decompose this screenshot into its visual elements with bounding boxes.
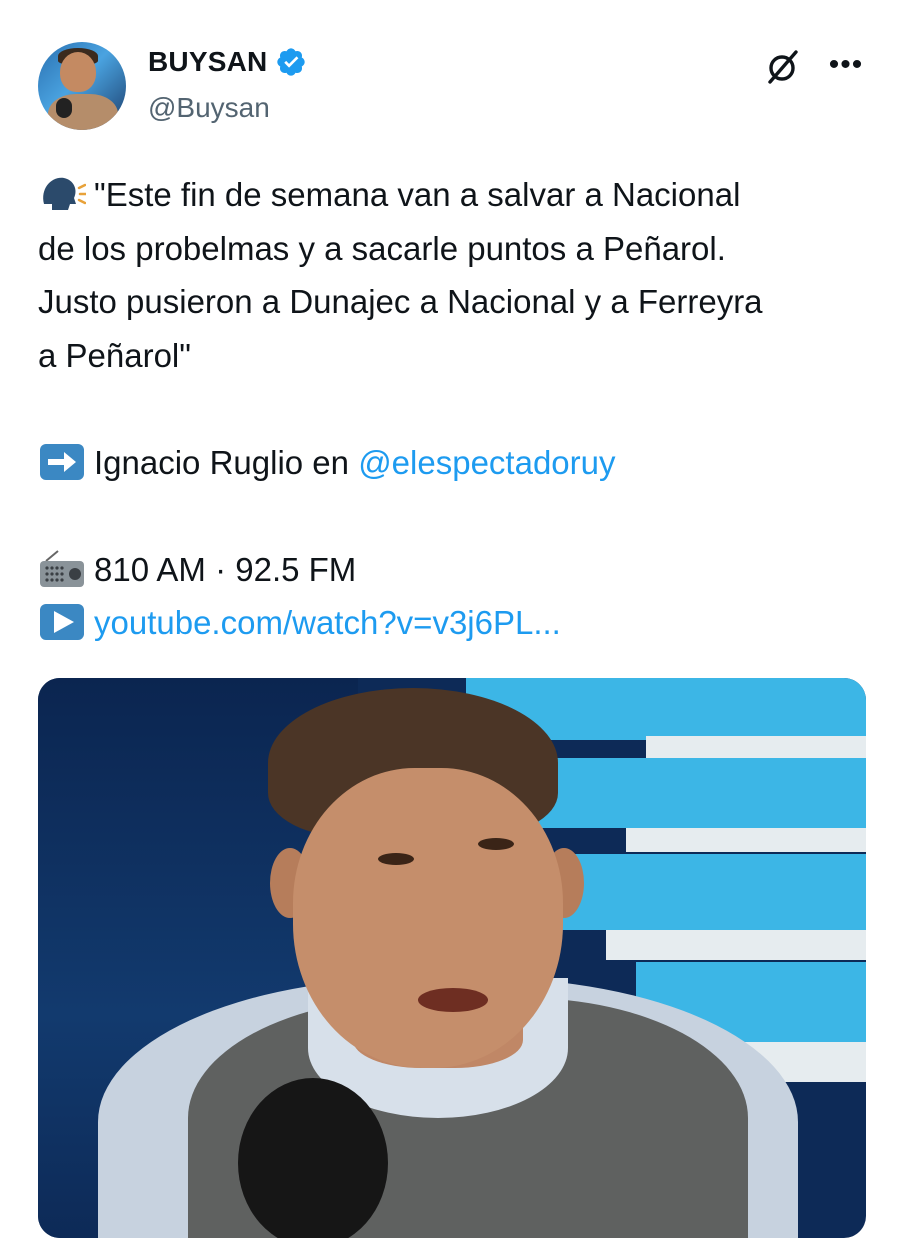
quote-line-1: "Este fin de semana van a salvar a Nacio… — [94, 176, 741, 213]
studio-microphone — [238, 1078, 388, 1238]
author-name-row[interactable]: BUYSAN — [148, 46, 307, 78]
tweet-line-1: "Este fin de semana van a salvar a Nacio… — [38, 168, 878, 222]
display-name[interactable]: BUYSAN — [148, 46, 267, 78]
station-line: 810 AM · 92.5 FM — [38, 543, 878, 597]
tweet-text: "Este fin de semana van a salvar a Nacio… — [38, 168, 878, 650]
mention-link[interactable]: @elespectadoruy — [358, 444, 615, 481]
person-mouth — [418, 988, 488, 1012]
quote-line-4: a Peñarol" — [38, 336, 191, 374]
station-text: 810 AM · 92.5 FM — [94, 550, 357, 588]
author-handle[interactable]: @Buysan — [148, 92, 270, 124]
right-arrow-emoji — [40, 443, 84, 480]
tweet-media-image[interactable] — [38, 678, 866, 1238]
more-options-icon[interactable]: ••• — [826, 50, 866, 80]
avatar[interactable] — [38, 42, 126, 130]
link-line: youtube.com/watch?v=v3j6PL... — [38, 596, 878, 650]
radio-emoji — [40, 549, 84, 587]
speaking-head-emoji — [43, 177, 86, 210]
studio-stripe — [626, 828, 866, 852]
grok-icon[interactable] — [764, 48, 802, 86]
studio-stripe — [606, 930, 866, 960]
youtube-link[interactable]: youtube.com/watch?v=v3j6PL... — [94, 604, 561, 641]
avatar-head — [60, 52, 96, 92]
quote-line-2: de los probelmas y a sacarle puntos a Pe… — [38, 229, 726, 267]
credit-line: Ignacio Ruglio en @elespectadoruy — [38, 436, 878, 490]
quote-line-3: Justo pusieron a Dunajec a Nacional y a … — [38, 283, 763, 320]
person-face — [293, 768, 563, 1068]
avatar-microphone — [56, 98, 72, 118]
verified-badge-icon — [277, 48, 306, 76]
play-button-emoji — [40, 604, 84, 640]
person-eye — [378, 853, 414, 865]
credit-text: Ignacio Ruglio en — [94, 443, 359, 481]
person-eye — [478, 838, 514, 850]
